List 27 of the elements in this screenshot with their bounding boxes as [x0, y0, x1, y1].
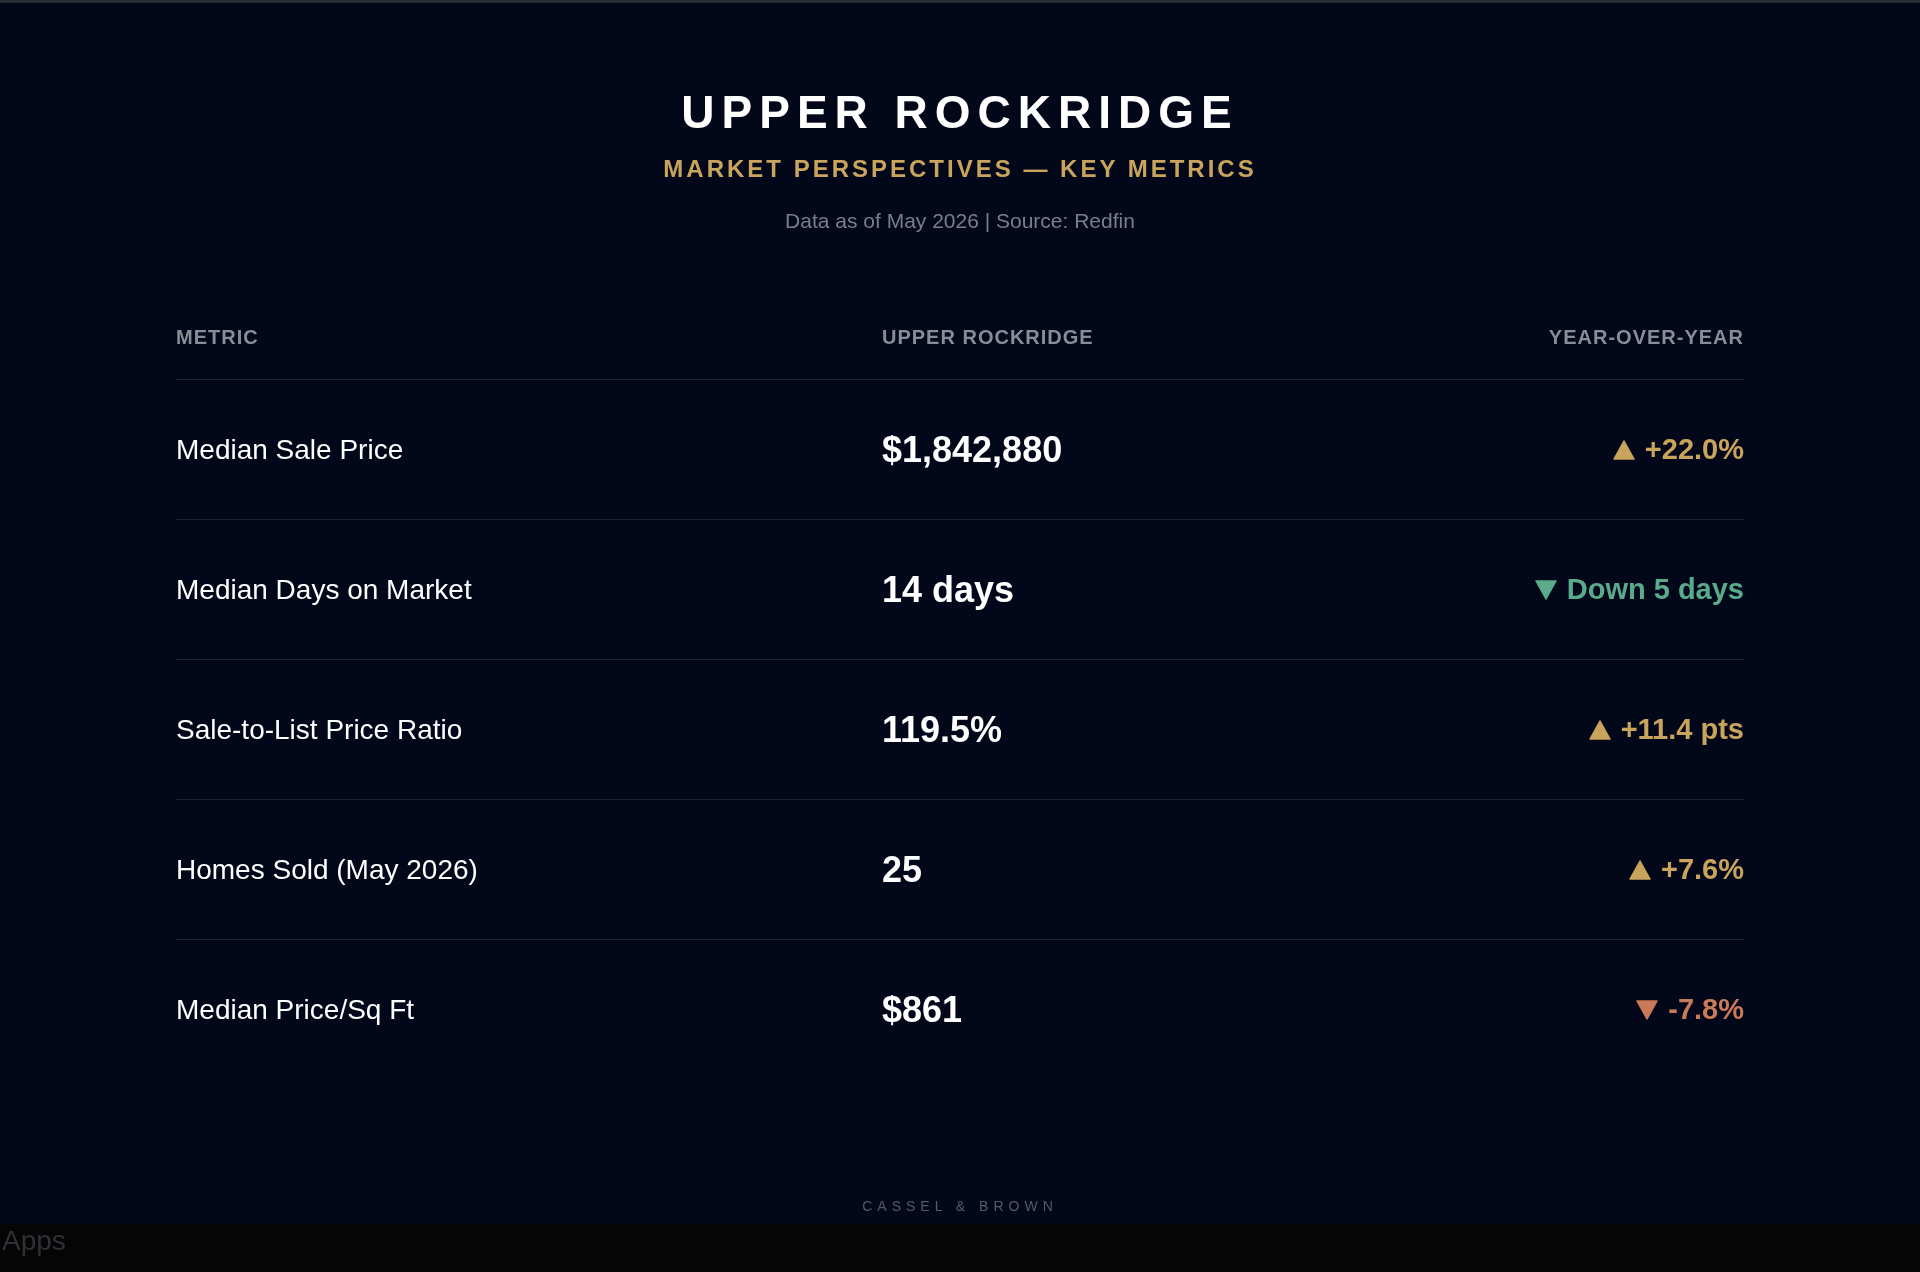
- column-header: YEAR-OVER-YEAR: [1548, 326, 1744, 349]
- metric-name: Sale-to-List Price Ratio: [176, 713, 464, 746]
- down-triangle-icon: [1636, 999, 1659, 1020]
- column-header: METRIC: [176, 326, 260, 349]
- metric-value: $861: [882, 988, 964, 1031]
- up-triangle-icon: [1588, 719, 1611, 740]
- metric-name: Median Price/Sq Ft: [176, 993, 416, 1026]
- year-over-year-change: -7.8%: [1636, 993, 1744, 1026]
- column-header: UPPER ROCKRIDGE: [882, 326, 1095, 349]
- metric-value: 14 days: [882, 568, 1016, 611]
- year-over-year-change: +7.6%: [1628, 853, 1744, 886]
- year-over-year-change: Down 5 days: [1534, 573, 1744, 606]
- metric-value: 119.5%: [882, 708, 1004, 751]
- report-subtitle: MARKET PERSPECTIVES — KEY METRICS: [663, 155, 1257, 183]
- up-triangle-icon: [1612, 439, 1635, 460]
- metric-value: $1,842,880: [882, 428, 1064, 471]
- metric-name: Homes Sold (May 2026): [176, 853, 479, 886]
- year-over-year-change: +11.4 pts: [1588, 713, 1744, 746]
- report-title: UPPER ROCKRIDGE: [681, 85, 1239, 139]
- metric-value: 25: [882, 848, 924, 891]
- data-source-note: Data as of May 2026 | Source: Redfin: [785, 209, 1135, 233]
- metric-name: Median Sale Price: [176, 433, 405, 466]
- footer-brand: CASSEL & BROWN: [862, 1198, 1058, 1214]
- up-triangle-icon: [1628, 859, 1651, 880]
- year-over-year-change: +22.0%: [1612, 433, 1744, 466]
- down-triangle-icon: [1534, 579, 1557, 600]
- metric-name: Median Days on Market: [176, 573, 473, 606]
